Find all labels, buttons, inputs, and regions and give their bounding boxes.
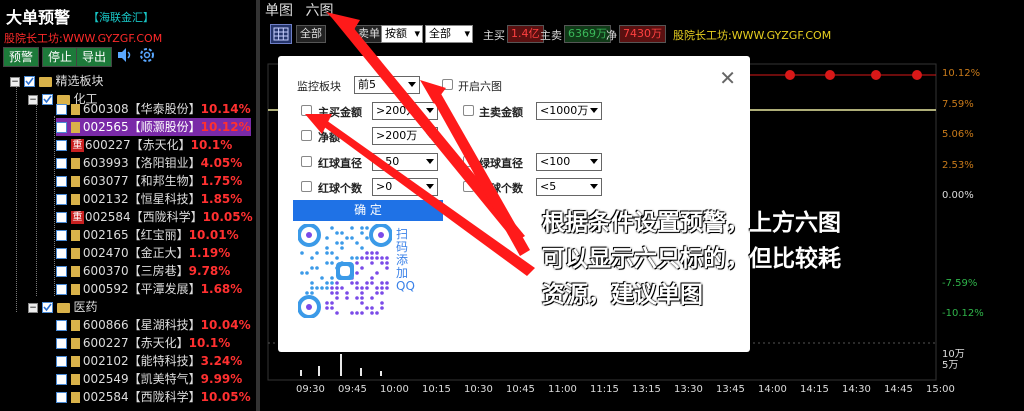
condition-select-value: >0 [376,180,393,193]
chevron-down-icon [590,108,598,113]
y-tick-label: 10.12% [942,68,981,79]
condition-select-value: >50 [376,155,400,168]
confirm-button[interactable]: 确 定 [293,200,443,221]
condition-label: 红球直径 [318,157,362,170]
volume-bar [360,368,362,376]
six-chart-label: 开启六图 [458,80,502,93]
condition-label: 绿球个数 [479,182,523,195]
x-tick-label: 10:00 [380,384,409,395]
annotation-line: 可以显示六只标的，但比较耗 [542,246,841,272]
volume-bar [380,371,382,376]
condition-select[interactable]: <100 [536,153,602,171]
x-tick-label: 10:15 [422,384,451,395]
condition-checkbox[interactable] [463,181,474,192]
monitor-label: 监控板块 [297,80,341,93]
x-tick-label: 14:30 [842,384,871,395]
x-tick-label: 09:45 [338,384,367,395]
x-tick-label: 13:30 [674,384,703,395]
y-tick-label: 2.53% [942,160,974,171]
volume-bar [340,354,342,376]
x-tick-label: 13:45 [716,384,745,395]
condition-select[interactable]: >200万 [372,102,438,120]
chevron-down-icon [426,108,434,113]
chevron-down-icon [426,159,434,164]
chevron-down-icon [408,82,416,87]
condition-select-value: <5 [540,180,557,193]
x-tick-label: 15:00 [926,384,955,395]
condition-select-value: <1000万 [540,104,589,117]
condition-select-value: >200万 [376,104,418,117]
condition-label: 净额 [318,131,340,144]
x-tick-label: 14:45 [884,384,913,395]
condition-select[interactable]: >50 [372,153,438,171]
condition-select[interactable]: >200万 [372,127,438,145]
y-tick-label: 5.06% [942,129,974,140]
condition-label: 主卖金额 [479,106,523,119]
qr-code-image [298,224,392,318]
condition-checkbox[interactable] [301,181,312,192]
condition-checkbox[interactable] [301,156,312,167]
condition-label: 红球个数 [318,182,362,195]
condition-select[interactable]: <5 [536,178,602,196]
annotation-line: 资源，建议单图 [542,282,703,308]
x-tick-label: 11:15 [590,384,619,395]
x-tick-label: 13:15 [632,384,661,395]
x-tick-label: 11:00 [548,384,577,395]
condition-select[interactable]: <1000万 [536,102,602,120]
chevron-down-icon [590,184,598,189]
volume-bar [300,370,302,376]
y-tick-label: 0.00% [942,190,974,201]
condition-checkbox[interactable] [463,105,474,116]
condition-label: 主买金额 [318,106,362,119]
chevron-down-icon [426,133,434,138]
x-tick-label: 09:30 [296,384,325,395]
chevron-down-icon [590,159,598,164]
condition-select[interactable]: >0 [372,178,438,196]
condition-select-value: <100 [540,155,571,168]
annotation-text: 根据条件设置预警，上方六图 可以显示六只标的，但比较耗 资源，建议单图 [542,205,982,313]
condition-checkbox[interactable] [301,130,312,141]
six-chart-checkbox[interactable] [442,79,453,90]
volume-tick-label: 5万 [942,360,959,371]
condition-label: 绿球直径 [479,157,523,170]
monitor-select-value: 前5 [358,78,376,91]
volume-bar [318,366,320,376]
annotation-line: 根据条件设置预警，上方六图 [542,210,841,236]
x-tick-label: 10:45 [506,384,535,395]
chevron-down-icon [426,184,434,189]
condition-checkbox[interactable] [463,156,474,167]
x-tick-label: 14:00 [758,384,787,395]
y-tick-label: 7.59% [942,99,974,110]
close-icon[interactable]: ✕ [719,68,736,88]
x-tick-label: 14:15 [800,384,829,395]
qr-caption: 扫码添加QQ [396,227,415,293]
monitor-select[interactable]: 前5 [354,76,420,94]
condition-select-value: >200万 [376,129,418,142]
condition-checkbox[interactable] [301,105,312,116]
x-tick-label: 10:30 [464,384,493,395]
